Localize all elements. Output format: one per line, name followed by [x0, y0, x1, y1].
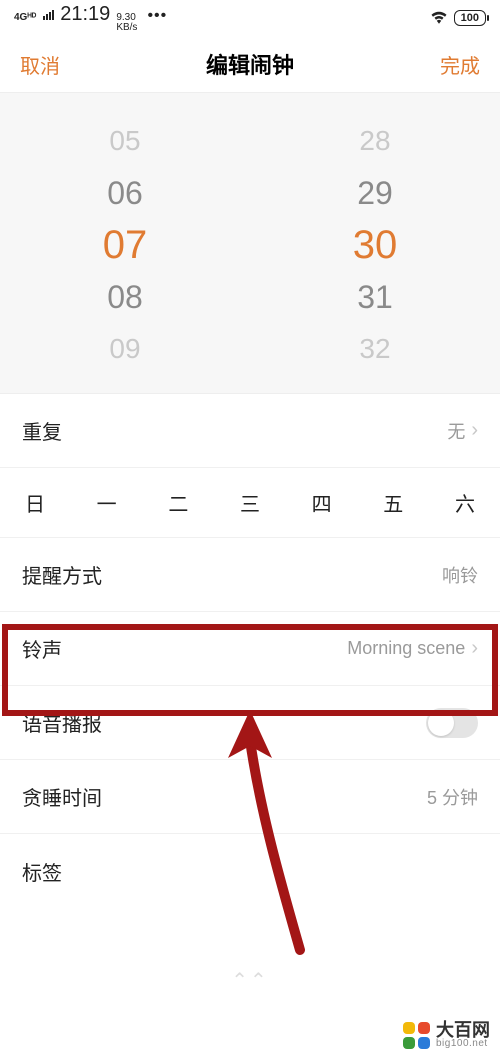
voice-toggle[interactable] [426, 708, 478, 738]
day-sun[interactable]: 日 [22, 488, 48, 517]
remind-label: 提醒方式 [22, 560, 102, 589]
network-badge: 4Gᴴᴰ [14, 13, 36, 23]
page-title: 编辑闹钟 [206, 48, 294, 80]
remind-value: 响铃 [442, 562, 478, 588]
day-mon[interactable]: 一 [94, 488, 120, 517]
ringtone-row[interactable]: 铃声 Morning scene › [0, 612, 500, 686]
days-row[interactable]: 日 一 二 三 四 五 六 [0, 468, 500, 538]
snooze-label: 贪睡时间 [22, 782, 102, 811]
day-tue[interactable]: 二 [165, 488, 191, 517]
snooze-value: 5 分钟 [427, 784, 478, 810]
repeat-value: 无 [447, 418, 465, 444]
voice-label: 语音播报 [22, 708, 102, 737]
watermark-sub: big100.net [436, 1039, 490, 1049]
status-left: 4Gᴴᴰ 21:19 9.30 KB/s ••• [14, 3, 167, 33]
tag-row[interactable]: 标签 [0, 834, 500, 908]
tag-label: 标签 [22, 857, 62, 886]
watermark-main: 大百网 [436, 1021, 490, 1039]
minute-selected: 30 [353, 219, 398, 271]
ringtone-value: Morning scene [347, 638, 465, 659]
repeat-label: 重复 [22, 416, 62, 445]
day-thu[interactable]: 四 [309, 488, 335, 517]
signal-icon [43, 10, 54, 20]
day-fri[interactable]: 五 [380, 488, 406, 517]
minute-wheel[interactable]: 28 29 30 31 32 [250, 115, 500, 375]
ringtone-label: 铃声 [22, 634, 62, 663]
status-right: 100 [430, 10, 486, 27]
hour-wheel[interactable]: 05 06 07 08 09 [0, 115, 250, 375]
net-speed: 9.30 KB/s [116, 13, 137, 33]
status-time: 21:19 [60, 3, 110, 26]
chevron-right-icon: › [471, 419, 478, 442]
time-picker[interactable]: 05 06 07 08 09 28 29 30 31 32 [0, 92, 500, 394]
done-button[interactable]: 完成 [440, 50, 480, 79]
hour-selected: 07 [103, 219, 148, 271]
nav-bar: 取消 编辑闹钟 完成 [0, 36, 500, 92]
repeat-row[interactable]: 重复 无 › [0, 394, 500, 468]
day-sat[interactable]: 六 [452, 488, 478, 517]
wifi-icon [430, 10, 448, 27]
voice-row[interactable]: 语音播报 [0, 686, 500, 760]
status-bar: 4Gᴴᴰ 21:19 9.30 KB/s ••• 100 [0, 0, 500, 36]
watermark-logo-icon [403, 1022, 430, 1049]
watermark: 大百网 big100.net [403, 1021, 490, 1049]
remind-row[interactable]: 提醒方式 响铃 [0, 538, 500, 612]
more-dots-icon: ••• [147, 7, 167, 25]
snooze-row[interactable]: 贪睡时间 5 分钟 [0, 760, 500, 834]
chevron-right-icon: › [471, 637, 478, 660]
home-indicator-icon: ⌃⌃ [231, 968, 269, 993]
cancel-button[interactable]: 取消 [20, 50, 60, 79]
day-wed[interactable]: 三 [237, 488, 263, 517]
settings-list: 重复 无 › 日 一 二 三 四 五 六 提醒方式 响铃 铃声 Morning … [0, 394, 500, 908]
battery-icon: 100 [454, 10, 486, 26]
